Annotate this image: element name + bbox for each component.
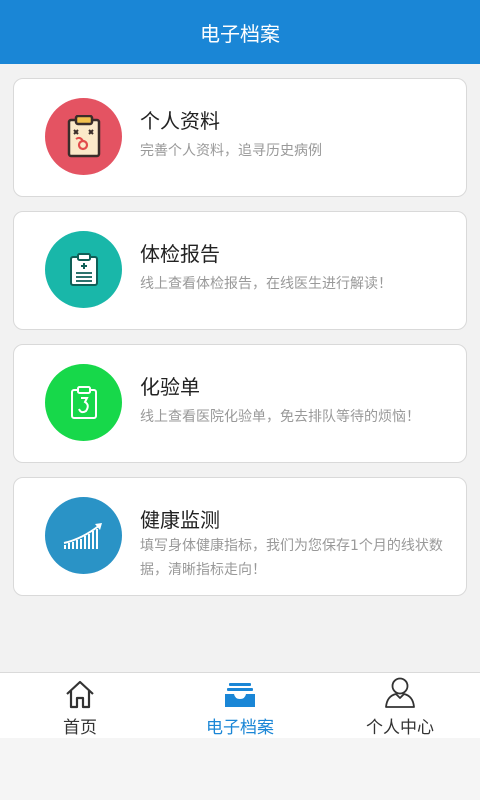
tab-label: 个人中心	[366, 718, 434, 738]
bottom-spacer	[0, 738, 480, 800]
card-title: 体检报告	[140, 242, 220, 266]
card-title: 健康监测	[140, 508, 220, 532]
card-title: 个人资料	[140, 109, 220, 133]
tab-label: 电子档案	[206, 718, 274, 738]
tab-label: 首页	[63, 718, 97, 738]
person-icon	[383, 673, 417, 709]
card-lab-sheet[interactable]: 化验单 线上查看医院化验单，免去排队等待的烦恼！	[13, 344, 467, 463]
medical-report-icon	[45, 231, 122, 308]
rising-chart-icon	[45, 497, 122, 574]
tab-electronic-archive[interactable]: 电子档案	[160, 673, 320, 739]
inbox-tray-icon	[223, 673, 257, 709]
card-title: 化验单	[140, 375, 200, 399]
app-header: 电子档案	[0, 0, 480, 64]
card-description: 完善个人资料，追寻历史病例	[140, 143, 322, 159]
tab-home[interactable]: 首页	[0, 673, 160, 739]
page-title: 电子档案	[200, 21, 280, 46]
lab-clipboard-icon	[45, 364, 122, 441]
clipboard-xo-icon	[45, 98, 122, 175]
card-exam-report[interactable]: 体检报告 线上查看体检报告，在线医生进行解读！	[13, 211, 467, 330]
card-health-monitor[interactable]: 健康监测 填写身体健康指标，我们为您保存1个月的线状数据，清晰指标走向！	[13, 477, 467, 596]
home-icon	[64, 673, 96, 709]
tab-personal-center[interactable]: 个人中心	[320, 673, 480, 739]
card-personal-info[interactable]: 个人资料 完善个人资料，追寻历史病例	[13, 78, 467, 197]
bottom-tab-bar: 首页 电子档案 个人中心	[0, 672, 480, 738]
card-description: 填写身体健康指标，我们为您保存1个月的线状数据，清晰指标走向！	[140, 538, 443, 578]
card-description: 线上查看医院化验单，免去排队等待的烦恼！	[140, 409, 420, 425]
card-description: 线上查看体检报告，在线医生进行解读！	[140, 276, 392, 292]
